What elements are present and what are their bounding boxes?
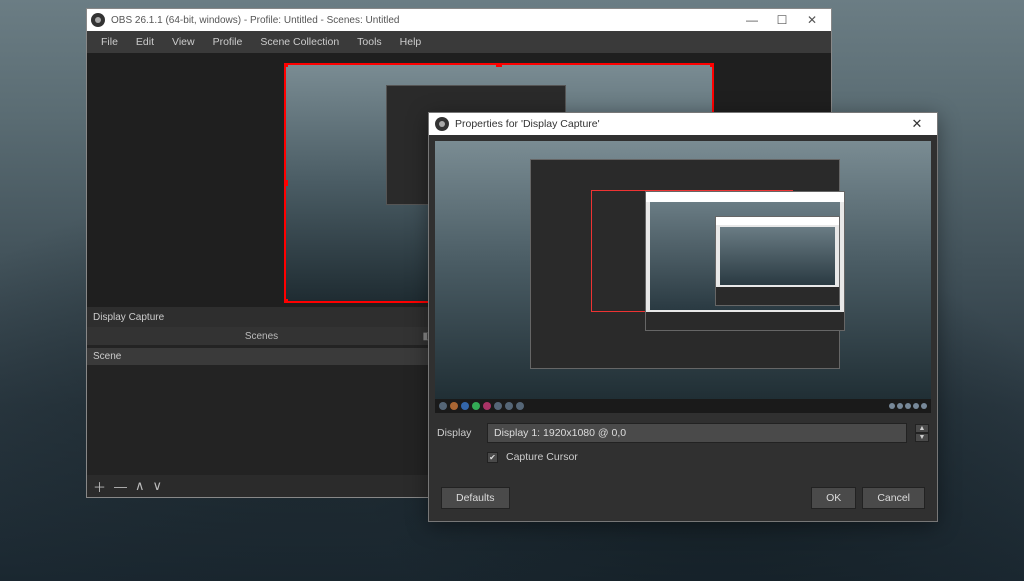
- display-property-row: Display Display 1: 1920x1080 @ 0,0 ▲ ▼: [435, 419, 931, 447]
- resize-handle[interactable]: [710, 63, 714, 67]
- scenes-header: Scenes ◧: [87, 327, 436, 345]
- cancel-button[interactable]: Cancel: [862, 487, 925, 509]
- scene-up-button[interactable]: ∧: [135, 478, 145, 494]
- scenes-list[interactable]: Scene: [87, 345, 436, 475]
- menu-view[interactable]: View: [164, 33, 203, 51]
- display-select[interactable]: Display 1: 1920x1080 @ 0,0: [487, 423, 907, 443]
- main-title-text: OBS 26.1.1 (64-bit, windows) - Profile: …: [111, 15, 399, 26]
- scene-item-label: Scene: [93, 351, 121, 362]
- scenes-panel: Scenes ◧ Scene ＋ — ∧ ∨: [87, 327, 437, 497]
- maximize-button[interactable]: ☐: [767, 13, 797, 27]
- obs-app-icon: [435, 117, 449, 131]
- menu-file[interactable]: File: [93, 33, 126, 51]
- properties-titlebar[interactable]: Properties for 'Display Capture' ✕: [429, 113, 937, 135]
- menu-help[interactable]: Help: [392, 33, 430, 51]
- menu-scene-collection[interactable]: Scene Collection: [252, 33, 347, 51]
- close-button[interactable]: ✕: [797, 13, 827, 27]
- resize-handle[interactable]: [284, 180, 288, 186]
- properties-button-bar: Defaults OK Cancel: [435, 481, 931, 515]
- scenes-toolbar: ＋ — ∧ ∨: [87, 475, 436, 497]
- menu-profile[interactable]: Profile: [205, 33, 251, 51]
- menu-edit[interactable]: Edit: [128, 33, 162, 51]
- obs-app-icon: [91, 13, 105, 27]
- scene-add-button[interactable]: ＋: [93, 477, 106, 496]
- chevron-up-icon[interactable]: ▲: [915, 424, 929, 433]
- main-titlebar[interactable]: OBS 26.1.1 (64-bit, windows) - Profile: …: [87, 9, 831, 31]
- scene-remove-button[interactable]: —: [114, 479, 127, 494]
- resize-handle[interactable]: [496, 63, 502, 67]
- defaults-button[interactable]: Defaults: [441, 487, 510, 509]
- resize-handle[interactable]: [284, 299, 288, 303]
- properties-dialog: Properties for 'Display Capture' ✕ Displ…: [428, 112, 938, 522]
- chevron-down-icon[interactable]: ▼: [915, 433, 929, 442]
- context-source-name: Display Capture: [93, 312, 164, 323]
- taskbar-preview: [435, 399, 931, 413]
- properties-preview: [435, 141, 931, 413]
- capture-cursor-row: ✔ Capture Cursor: [435, 447, 931, 467]
- scene-item[interactable]: Scene: [87, 348, 436, 365]
- ok-button[interactable]: OK: [811, 487, 856, 509]
- capture-cursor-checkbox[interactable]: ✔: [487, 452, 498, 463]
- menu-tools[interactable]: Tools: [349, 33, 390, 51]
- menubar: File Edit View Profile Scene Collection …: [87, 31, 831, 53]
- properties-title-text: Properties for 'Display Capture': [455, 118, 600, 130]
- properties-body: Display Display 1: 1920x1080 @ 0,0 ▲ ▼ ✔…: [429, 135, 937, 521]
- capture-cursor-label: Capture Cursor: [506, 451, 578, 463]
- recursive-window: [715, 216, 840, 306]
- resize-handle[interactable]: [284, 63, 288, 67]
- minimize-button[interactable]: —: [737, 13, 767, 27]
- scene-down-button[interactable]: ∨: [153, 478, 163, 494]
- properties-close-button[interactable]: ✕: [903, 116, 931, 132]
- display-select-stepper[interactable]: ▲ ▼: [915, 424, 929, 442]
- display-label: Display: [437, 427, 479, 439]
